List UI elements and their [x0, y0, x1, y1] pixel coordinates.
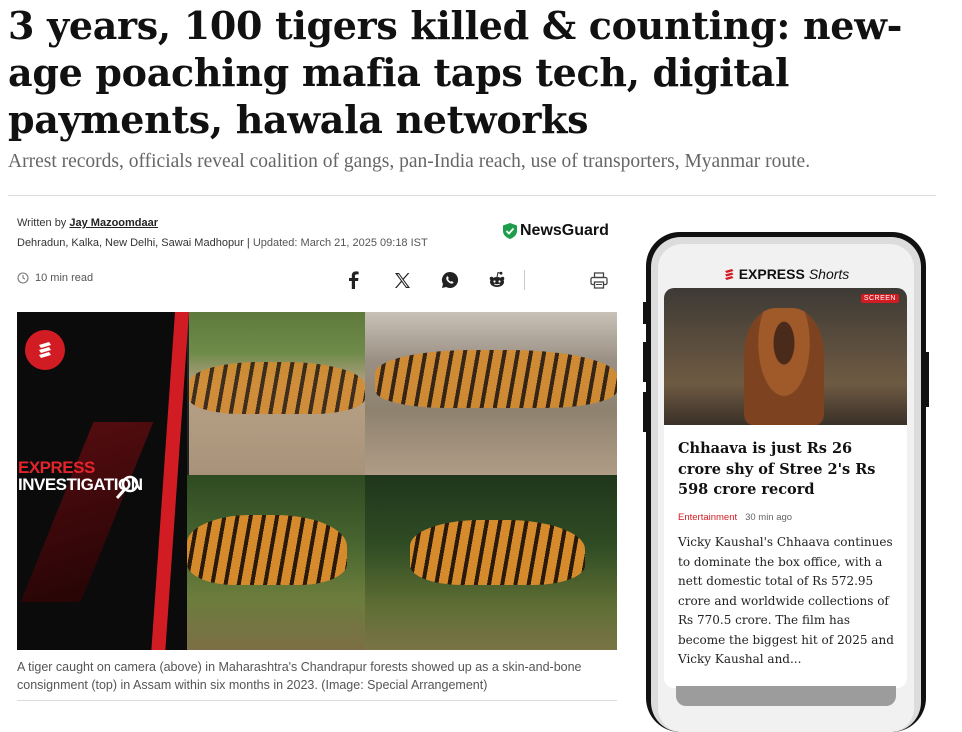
dateline-locations: Dehradun, Kalka, New Delhi, Sawai Madhop…: [17, 237, 244, 249]
clock-icon: [17, 272, 29, 284]
caption-divider: [17, 700, 617, 701]
shorts-label: Shorts: [808, 266, 850, 282]
reddit-icon[interactable]: [485, 268, 509, 292]
express-logo-icon: [724, 269, 734, 280]
x-icon[interactable]: [390, 268, 414, 292]
screen-badge: SCREEN: [860, 294, 899, 303]
byline-prefix: Written by: [17, 217, 70, 229]
print-icon[interactable]: [587, 268, 611, 292]
read-time-label: 10 min read: [35, 272, 94, 284]
express-shorts-widget[interactable]: EXPRESS Shorts SCREEN Chhaava is just Rs…: [643, 232, 929, 732]
dateline: Dehradun, Kalka, New Delhi, Sawai Madhop…: [17, 237, 428, 249]
read-time: 10 min read: [17, 272, 93, 284]
express-logo-icon: [25, 330, 65, 370]
shield-check-icon: [503, 223, 517, 239]
next-card-peek: [676, 686, 896, 706]
newsguard-label: NewsGuard: [520, 222, 609, 239]
shorts-body: Vicky Kaushal's Chhaava continues to dom…: [678, 535, 894, 666]
header-divider: [8, 195, 936, 196]
facebook-icon[interactable]: [341, 268, 365, 292]
shorts-header: EXPRESS Shorts: [658, 266, 914, 282]
shorts-thumbnail: SCREEN: [664, 288, 907, 425]
shorts-title[interactable]: Chhaava is just Rs 26 crore shy of Stree…: [678, 439, 898, 501]
article-subheadline: Arrest records, officials reveal coaliti…: [8, 151, 811, 172]
tiger-camera-photo-1: [167, 475, 365, 650]
share-divider: [524, 270, 525, 290]
whatsapp-icon[interactable]: [438, 268, 462, 292]
author-link[interactable]: Jay Mazoomdaar: [69, 217, 158, 229]
newsguard-badge[interactable]: NewsGuard: [503, 222, 609, 240]
byline: Written by Jay Mazoomdaar: [17, 217, 158, 229]
tiger-camera-photo-2: [365, 475, 617, 650]
updated-timestamp: Updated: March 21, 2025 09:18 IST: [252, 237, 428, 249]
phone-screen: EXPRESS Shorts SCREEN Chhaava is just Rs…: [658, 244, 914, 732]
dateline-separator: |: [243, 237, 253, 249]
tiger-skin-photo-1: [189, 312, 365, 475]
shorts-time: 30 min ago: [745, 512, 793, 523]
article-headline: 3 years, 100 tigers killed & counting: n…: [8, 3, 903, 142]
shorts-category[interactable]: Entertainment: [678, 512, 737, 523]
shorts-card[interactable]: SCREEN Chhaava is just Rs 26 crore shy o…: [664, 288, 907, 688]
hero-image: EXPRESS INVESTIGATION: [17, 312, 617, 650]
image-caption: A tiger caught on camera (above) in Maha…: [17, 660, 582, 692]
shorts-meta: Entertainment 30 min ago: [678, 512, 792, 523]
shorts-brand: EXPRESS: [738, 266, 805, 282]
magnifier-icon: [115, 475, 139, 499]
actor-figure: [744, 308, 824, 425]
tiger-skin-photo-2: [365, 312, 617, 475]
